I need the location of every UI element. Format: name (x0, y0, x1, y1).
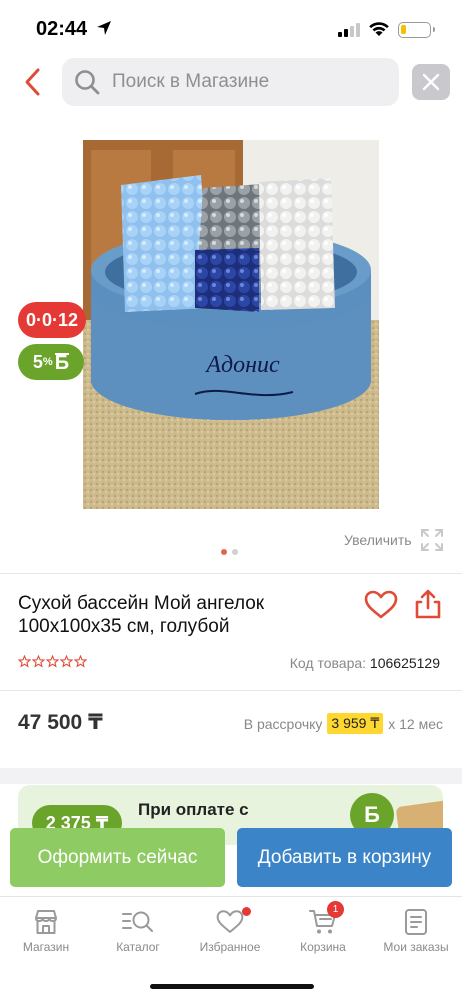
status-bar: 02:44 (0, 0, 462, 52)
tab-label: Корзина (300, 940, 346, 954)
heart-icon (216, 910, 244, 933)
installment-badge: 0·0·12 (18, 302, 86, 338)
gallery-dot[interactable] (232, 549, 238, 555)
installment-prefix: В рассрочку (243, 715, 323, 732)
product-photo: Адонис (83, 140, 379, 509)
shop-icon (35, 910, 57, 934)
gallery-pagination[interactable] (221, 549, 238, 555)
back-button[interactable] (18, 64, 50, 100)
close-icon (422, 73, 440, 91)
installment-amount: 3 959 ₸ (327, 713, 384, 734)
bonus-badge: 5% Б (18, 344, 84, 380)
embroidered-name: Адонис (204, 352, 280, 378)
battery-icon (398, 22, 435, 38)
expand-icon (420, 529, 443, 551)
product-code: Код товара: 106625129 (290, 655, 440, 671)
clear-search-button[interactable] (412, 64, 450, 100)
gallery-dot[interactable] (221, 549, 227, 555)
tab-cart[interactable]: 1 Корзина (277, 901, 369, 954)
product-code-value: 106625129 (369, 655, 440, 671)
tab-label: Магазин (22, 940, 70, 954)
bonus-letter: Б (54, 352, 70, 374)
tab-shop[interactable]: Магазин (0, 907, 92, 954)
star-icon (74, 655, 87, 668)
tab-label: Избранное (199, 940, 261, 954)
favorite-heart-icon[interactable] (364, 590, 398, 620)
search-icon (75, 70, 100, 95)
search-bar[interactable] (62, 58, 399, 106)
divider (0, 573, 462, 574)
search-input[interactable] (112, 58, 392, 106)
star-icon (60, 655, 73, 668)
share-icon[interactable] (414, 588, 442, 620)
star-icon (32, 655, 45, 668)
tab-label: Каталог (116, 940, 160, 954)
status-time: 02:44 (36, 18, 88, 40)
product-page: 02:44 Поиск в Магазине Адонис 0·0·12 5 %… (0, 0, 462, 999)
location-arrow-icon (97, 21, 111, 35)
zoom-label: Увеличить (344, 532, 412, 548)
bonus-percent: 5 (32, 351, 43, 372)
divider (0, 690, 462, 691)
notification-dot (242, 907, 251, 916)
product-image[interactable]: Адонис (83, 140, 379, 509)
section-separator (0, 768, 462, 784)
tab-label: Мои заказы (383, 940, 449, 954)
star-icon (18, 655, 31, 668)
cart-count-badge: 1 (327, 901, 344, 918)
product-price: 47 500 ₸ (18, 711, 103, 734)
rating-stars[interactable] (18, 655, 87, 668)
installment-info[interactable]: В рассрочку 3 959 ₸ х 12 мес (244, 713, 443, 734)
promo-text: При оплате с (138, 800, 249, 819)
product-title: Сухой бассейн Мой ангелок 100х100х35 см,… (18, 593, 265, 637)
zoom-button[interactable]: Увеличить (344, 528, 444, 552)
tab-my-orders[interactable]: Мои заказы (370, 907, 462, 954)
bonus-percent-sign: % (42, 356, 53, 368)
cellular-signal-icon (338, 23, 360, 37)
tab-catalog[interactable]: Каталог (92, 907, 184, 954)
add-to-cart-button[interactable]: Добавить в корзину (237, 828, 452, 887)
wifi-icon (369, 22, 389, 36)
home-indicator (150, 984, 314, 989)
installment-suffix: х 12 мес (388, 715, 443, 732)
chevron-left-icon (25, 68, 40, 96)
tab-favorites[interactable]: Избранное (184, 907, 276, 954)
order-now-button[interactable]: Оформить сейчас (10, 828, 225, 887)
catalog-search-icon (122, 911, 153, 932)
orders-icon (405, 909, 427, 935)
product-code-label: Код товара: (289, 655, 367, 671)
star-icon (46, 655, 59, 668)
